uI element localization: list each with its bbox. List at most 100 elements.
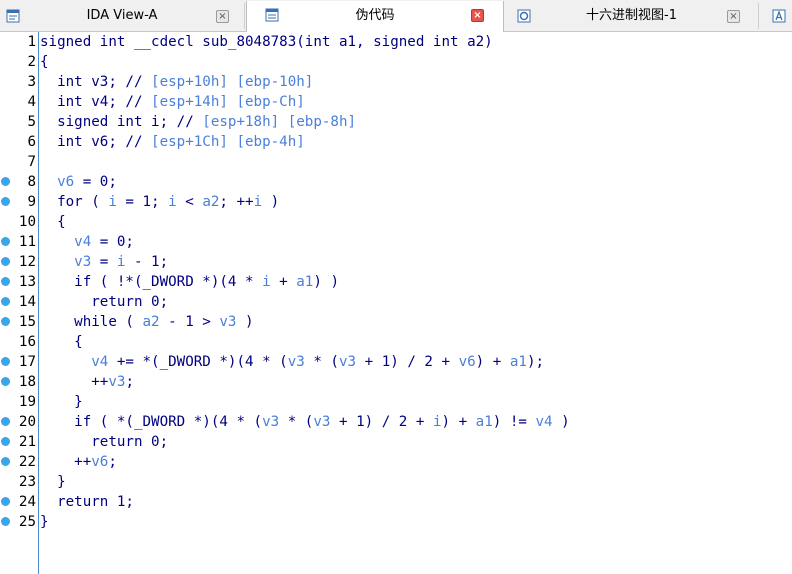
pseudocode-editor[interactable]: 1 signed int __cdecl sub_8048783(int a1, … — [0, 32, 792, 574]
code-line[interactable]: 13 if ( !*(_DWORD *)(4 * i + a1) ) — [0, 272, 792, 292]
code-token: ) ) — [313, 274, 339, 290]
code-line[interactable]: 15 while ( a2 - 1 > v3 ) — [0, 312, 792, 332]
breakpoint-dot-icon[interactable] — [1, 317, 10, 326]
code-line[interactable]: 11 v4 = 0; — [0, 232, 792, 252]
close-icon[interactable]: × — [727, 10, 740, 23]
code-identifier[interactable]: v6 — [459, 354, 476, 370]
breakpoint-dot-icon[interactable] — [1, 177, 10, 186]
code-identifier[interactable]: v3 — [313, 414, 330, 430]
code-token: = 1; — [116, 194, 169, 210]
code-identifier[interactable]: v3 — [262, 414, 279, 430]
breakpoint-dot-icon[interactable] — [1, 357, 10, 366]
line-number: 13 — [18, 274, 36, 290]
code-line[interactable]: 19 } — [0, 392, 792, 412]
code-line[interactable]: 14 return 0; — [0, 292, 792, 312]
code-identifier[interactable]: i — [168, 194, 177, 210]
close-icon[interactable]: × — [471, 9, 484, 22]
breakpoint-dot-icon[interactable] — [1, 237, 10, 246]
line-number: 1 — [27, 34, 36, 50]
code-token: ; — [125, 374, 134, 390]
code-identifier[interactable]: v3 — [219, 314, 236, 330]
code-identifier[interactable]: v4 — [74, 234, 91, 250]
code-line[interactable]: 4 int v4; // [esp+14h] [ebp-Ch] — [0, 92, 792, 112]
code-comment: [esp+10h] [ebp-10h] — [151, 74, 314, 90]
code-identifier[interactable]: a1 — [476, 414, 493, 430]
code-line[interactable]: 16 { — [0, 332, 792, 352]
code-token: if ( !*(_DWORD *)(4 * — [40, 274, 263, 290]
code-token: int v6; // — [40, 134, 152, 150]
tab-pseudocode[interactable]: 伪代码 × — [246, 1, 504, 32]
code-text: return 1; — [40, 492, 134, 512]
breakpoint-dot-icon[interactable] — [1, 297, 10, 306]
code-line[interactable]: 21 return 0; — [0, 432, 792, 452]
tab-hex-view-1[interactable]: 十六进制视图-1 × — [505, 3, 759, 29]
code-text: v4 += *(_DWORD *)(4 * (v3 * (v3 + 1) / 2… — [40, 352, 544, 372]
code-line[interactable]: 12 v3 = i - 1; — [0, 252, 792, 272]
breakpoint-dot-icon[interactable] — [1, 377, 10, 386]
code-text: return 0; — [40, 432, 168, 452]
code-identifier[interactable]: v3 — [288, 354, 305, 370]
code-identifier[interactable]: v3 — [108, 374, 125, 390]
code-identifier[interactable]: v6 — [91, 454, 108, 470]
code-identifier[interactable]: a2 — [143, 314, 160, 330]
code-identifier[interactable]: i — [254, 194, 263, 210]
line-number: 14 — [18, 294, 36, 310]
code-identifier[interactable]: v4 — [535, 414, 552, 430]
code-token: ) — [236, 314, 254, 330]
close-icon[interactable]: × — [216, 10, 229, 23]
line-number: 23 — [18, 474, 36, 490]
code-text: signed int i; // [esp+18h] [ebp-8h] — [40, 112, 356, 132]
tab-structures[interactable] — [760, 3, 792, 29]
code-identifier[interactable]: a1 — [510, 354, 527, 370]
code-line[interactable]: 25} — [0, 512, 792, 532]
code-identifier[interactable]: v3 — [339, 354, 356, 370]
code-identifier[interactable]: a1 — [296, 274, 313, 290]
code-line[interactable]: 17 v4 += *(_DWORD *)(4 * (v3 * (v3 + 1) … — [0, 352, 792, 372]
breakpoint-dot-icon[interactable] — [1, 197, 10, 206]
code-text: } — [40, 512, 49, 532]
code-line[interactable]: 23 } — [0, 472, 792, 492]
code-line[interactable]: 1 signed int __cdecl sub_8048783(int a1, … — [0, 32, 792, 52]
code-comment: [esp+18h] [ebp-8h] — [202, 114, 357, 130]
code-identifier[interactable]: v6 — [57, 174, 74, 190]
code-line[interactable]: 6 int v6; // [esp+1Ch] [ebp-4h] — [0, 132, 792, 152]
breakpoint-dot-icon[interactable] — [1, 497, 10, 506]
code-identifier[interactable]: v4 — [91, 354, 108, 370]
code-token: ) — [552, 414, 570, 430]
breakpoint-dot-icon[interactable] — [1, 437, 10, 446]
code-token: + 1) / 2 + — [330, 414, 433, 430]
code-token: ; ++ — [219, 194, 254, 210]
code-line[interactable]: 9 for ( i = 1; i < a2; ++i ) — [0, 192, 792, 212]
breakpoint-dot-icon[interactable] — [1, 457, 10, 466]
code-line[interactable]: 10 { — [0, 212, 792, 232]
code-line[interactable]: 20 if ( *(_DWORD *)(4 * (v3 * (v3 + 1) /… — [0, 412, 792, 432]
code-token: - 1; — [125, 254, 169, 270]
code-identifier[interactable]: i — [262, 274, 271, 290]
code-text: for ( i = 1; i < a2; ++i ) — [40, 192, 279, 212]
code-text: } — [40, 392, 83, 412]
code-identifier[interactable]: i — [433, 414, 442, 430]
code-line[interactable]: 2{ — [0, 52, 792, 72]
breakpoint-dot-icon[interactable] — [1, 277, 10, 286]
code-line[interactable]: 8 v6 = 0; — [0, 172, 792, 192]
code-line[interactable]: 5 signed int i; // [esp+18h] [ebp-8h] — [0, 112, 792, 132]
code-token: + 1) / 2 + — [356, 354, 459, 370]
code-token: ++ — [40, 454, 92, 470]
breakpoint-dot-icon[interactable] — [1, 417, 10, 426]
tab-ida-view-a[interactable]: IDA View-A × — [0, 3, 245, 29]
code-identifier[interactable]: a2 — [202, 194, 219, 210]
line-number: 17 — [18, 354, 36, 370]
code-token: { — [40, 334, 83, 350]
code-text: signed int __cdecl sub_8048783(int a1, s… — [40, 32, 493, 52]
code-identifier[interactable]: v3 — [74, 254, 91, 270]
code-line[interactable]: 24 return 1; — [0, 492, 792, 512]
code-identifier[interactable]: i — [108, 194, 117, 210]
code-line[interactable]: 22 ++v6; — [0, 452, 792, 472]
code-line[interactable]: 3 int v3; // [esp+10h] [ebp-10h] — [0, 72, 792, 92]
breakpoint-dot-icon[interactable] — [1, 517, 10, 526]
code-line[interactable]: 7 — [0, 152, 792, 172]
code-line[interactable]: 18 ++v3; — [0, 372, 792, 392]
breakpoint-dot-icon[interactable] — [1, 257, 10, 266]
code-token: return 0; — [40, 434, 169, 450]
